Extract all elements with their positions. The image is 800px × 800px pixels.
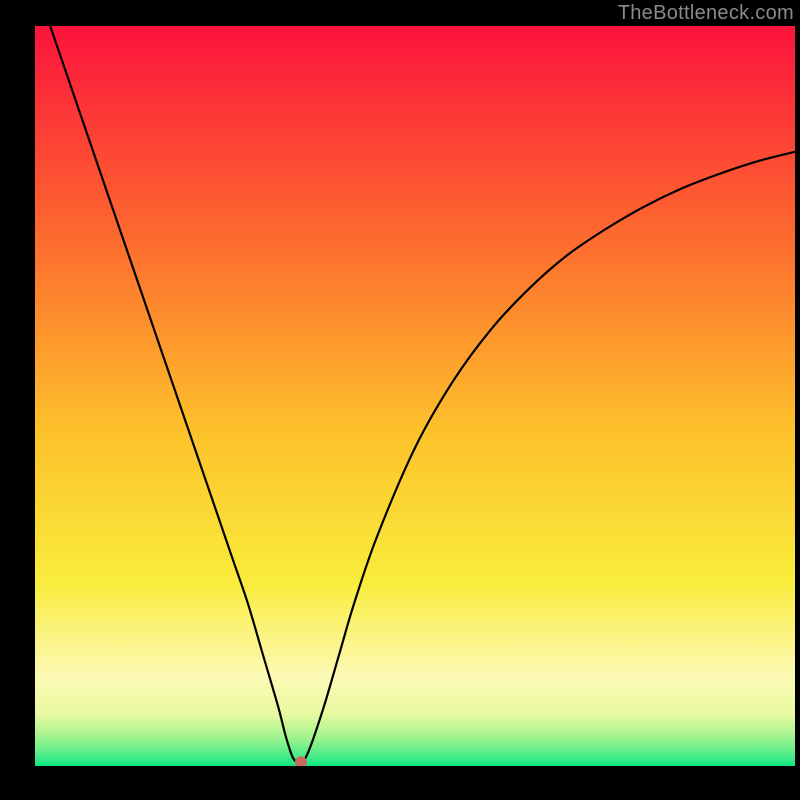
- watermark-text: TheBottleneck.com: [618, 2, 794, 25]
- chart-frame: TheBottleneck.com: [0, 0, 800, 800]
- plot-area: [35, 26, 795, 766]
- gradient-background: [35, 26, 795, 766]
- chart-svg: [35, 26, 795, 766]
- minimum-marker: [296, 757, 307, 766]
